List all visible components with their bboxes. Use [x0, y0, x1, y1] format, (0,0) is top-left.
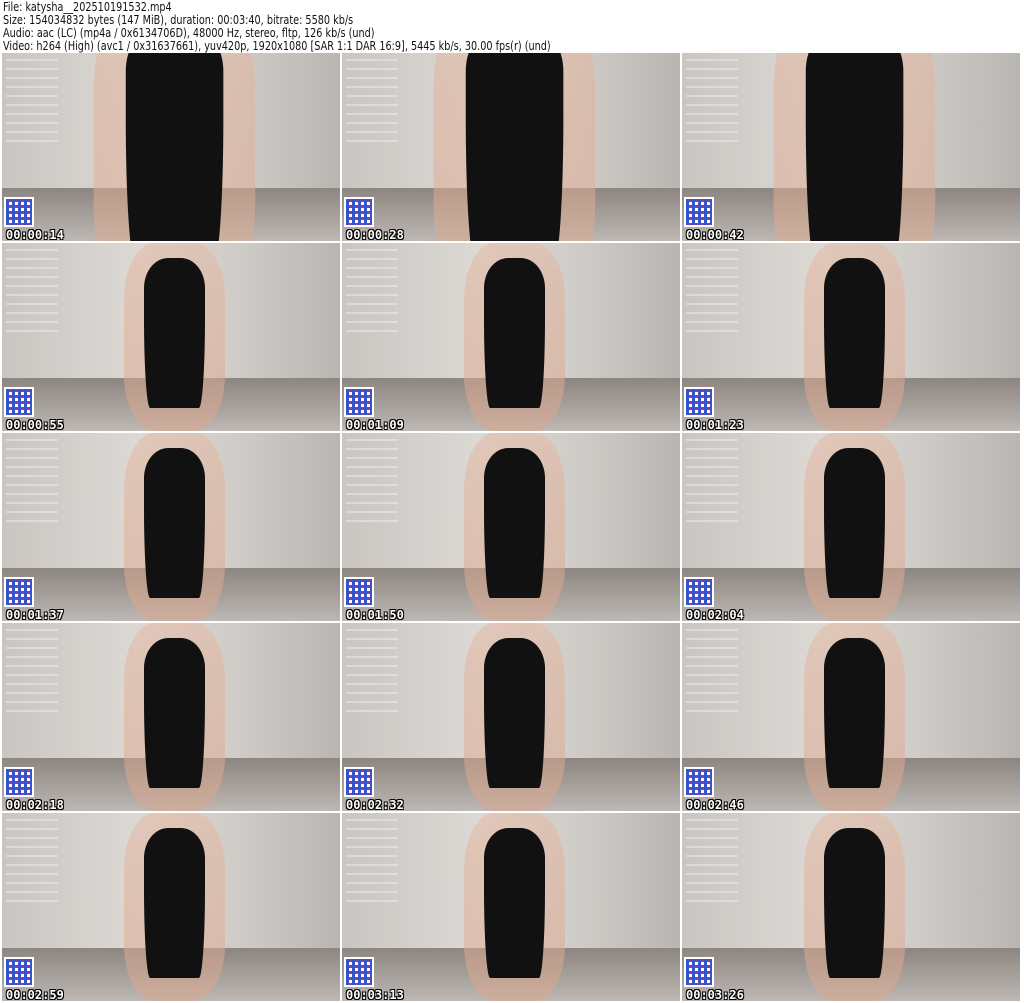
tip-menu-overlay: [346, 249, 398, 339]
video-thumbnail[interactable]: 00:01:50: [342, 433, 680, 621]
video-thumbnail[interactable]: 00:01:09: [342, 243, 680, 431]
video-info: Video: h264 (High) (avc1 / 0x31637661), …: [3, 38, 551, 53]
black-bodysuit: [823, 448, 885, 599]
qr-code-icon: [4, 767, 34, 797]
tip-menu-overlay: [6, 439, 58, 529]
black-bodysuit: [465, 53, 564, 241]
tip-menu-overlay: [686, 819, 738, 909]
qr-code-icon: [344, 767, 374, 797]
qr-code-icon: [344, 957, 374, 987]
thumbnail-timestamp: 00:03:13: [346, 988, 404, 1001]
tip-menu-overlay: [686, 249, 738, 339]
qr-code-icon: [684, 577, 714, 607]
video-thumbnail[interactable]: 00:02:46: [682, 623, 1020, 811]
qr-code-icon: [4, 197, 34, 227]
qr-code-icon: [344, 387, 374, 417]
black-bodysuit: [483, 638, 545, 789]
black-bodysuit: [823, 828, 885, 979]
thumbnail-timestamp: 00:03:26: [686, 988, 744, 1001]
video-thumbnail[interactable]: 00:01:23: [682, 243, 1020, 431]
video-thumbnail[interactable]: 00:00:55: [2, 243, 340, 431]
thumbnail-timestamp: 00:00:42: [686, 228, 744, 241]
thumbnail-timestamp: 00:02:04: [686, 608, 744, 621]
qr-code-icon: [684, 767, 714, 797]
file-info-header: File: katysha__202510191532.mp4 Size: 15…: [3, 0, 551, 52]
video-thumbnail[interactable]: 00:02:59: [2, 813, 340, 1001]
black-bodysuit: [125, 53, 224, 241]
black-bodysuit: [823, 258, 885, 409]
video-thumbnail[interactable]: 00:03:26: [682, 813, 1020, 1001]
thumbnail-timestamp: 00:01:09: [346, 418, 404, 431]
tip-menu-overlay: [346, 439, 398, 529]
qr-code-icon: [4, 577, 34, 607]
thumbnail-timestamp: 00:01:37: [6, 608, 64, 621]
qr-code-icon: [684, 957, 714, 987]
tip-menu-overlay: [346, 819, 398, 909]
thumbnail-timestamp: 00:01:50: [346, 608, 404, 621]
tip-menu-overlay: [686, 59, 738, 149]
black-bodysuit: [143, 638, 205, 789]
qr-code-icon: [344, 197, 374, 227]
black-bodysuit: [483, 258, 545, 409]
tip-menu-overlay: [6, 249, 58, 339]
qr-code-icon: [684, 197, 714, 227]
video-thumbnail[interactable]: 00:02:04: [682, 433, 1020, 621]
tip-menu-overlay: [686, 629, 738, 719]
tip-menu-overlay: [6, 629, 58, 719]
qr-code-icon: [684, 387, 714, 417]
thumbnail-timestamp: 00:00:55: [6, 418, 64, 431]
qr-code-icon: [4, 957, 34, 987]
video-thumbnail[interactable]: 00:00:28: [342, 53, 680, 241]
qr-code-icon: [4, 387, 34, 417]
black-bodysuit: [823, 638, 885, 789]
black-bodysuit: [483, 828, 545, 979]
black-bodysuit: [483, 448, 545, 599]
thumbnail-timestamp: 00:02:46: [686, 798, 744, 811]
thumbnail-timestamp: 00:01:23: [686, 418, 744, 431]
video-thumbnail[interactable]: 00:02:32: [342, 623, 680, 811]
tip-menu-overlay: [6, 819, 58, 909]
black-bodysuit: [143, 448, 205, 599]
qr-code-icon: [344, 577, 374, 607]
video-thumbnail[interactable]: 00:03:13: [342, 813, 680, 1001]
tip-menu-overlay: [346, 59, 398, 149]
tip-menu-overlay: [686, 439, 738, 529]
tip-menu-overlay: [346, 629, 398, 719]
thumbnail-timestamp: 00:02:32: [346, 798, 404, 811]
video-thumbnail[interactable]: 00:00:42: [682, 53, 1020, 241]
thumbnail-timestamp: 00:00:28: [346, 228, 404, 241]
tip-menu-overlay: [6, 59, 58, 149]
video-thumbnail[interactable]: 00:01:37: [2, 433, 340, 621]
black-bodysuit: [143, 258, 205, 409]
thumbnail-timestamp: 00:02:18: [6, 798, 64, 811]
black-bodysuit: [805, 53, 904, 241]
thumbnail-timestamp: 00:00:14: [6, 228, 64, 241]
thumbnail-grid: 00:00:14 00:00:28 00:00:42 00:00:55 00:01:09…: [2, 53, 1020, 1001]
video-thumbnail[interactable]: 00:00:14: [2, 53, 340, 241]
thumbnail-timestamp: 00:02:59: [6, 988, 64, 1001]
video-thumbnail[interactable]: 00:02:18: [2, 623, 340, 811]
black-bodysuit: [143, 828, 205, 979]
